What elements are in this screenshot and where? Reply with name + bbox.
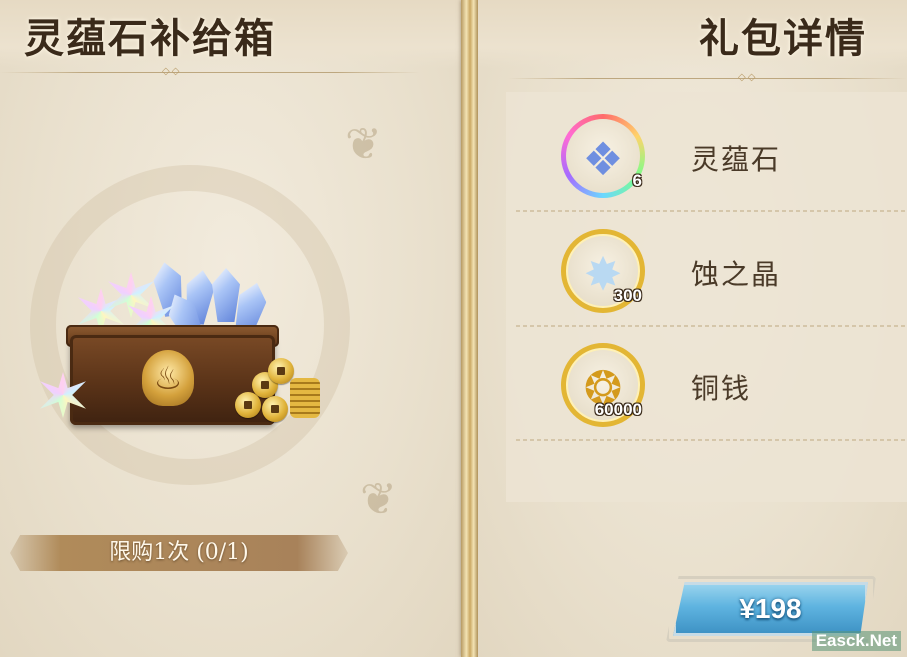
reward-item-spirit-stone[interactable]: ❖ 6 灵蕴石 <box>506 100 907 212</box>
coin-icon <box>235 392 261 418</box>
coin-icon <box>262 396 288 422</box>
item-name: 铜钱 <box>691 372 752 405</box>
purchase-limit-label: 限购1次 (0/1) <box>109 540 249 565</box>
watermark: Easck.Net <box>811 631 901 651</box>
ornament-icon: ◇◇ <box>162 66 182 77</box>
crystal-glyph-icon: ❖ <box>582 132 624 186</box>
row-separator <box>516 439 907 441</box>
coin-icon <box>268 358 294 384</box>
coin-stack-icon <box>290 378 320 418</box>
ornament-icon: ◇◇ <box>738 72 758 83</box>
chest-emblem-icon: ♨ <box>142 350 194 406</box>
reward-item-copper-coins[interactable]: ❂ 60000 铜钱 <box>506 329 907 441</box>
copper-coins-icon[interactable]: ❂ 60000 <box>561 343 645 427</box>
item-quantity: 300 <box>613 286 642 305</box>
header-divider <box>0 72 420 73</box>
item-name: 灵蕴石 <box>691 143 782 176</box>
pack-preview-panel: 灵蕴石补给箱 ◇◇ ❦ ❦ ♨ 限购1次 (0/1) <box>0 0 462 657</box>
header-divider <box>508 78 907 79</box>
row-separator <box>516 325 907 327</box>
decorative-leaf-icon: ❦ <box>345 119 382 170</box>
erosion-crystal-star-icon[interactable]: ✸ 300 <box>561 229 645 313</box>
gift-pack-screen: 灵蕴石补给箱 ◇◇ ❦ ❦ ♨ 限购1次 (0/1) 礼包详情 ◇◇ ❖ 6 灵… <box>0 0 907 657</box>
row-separator <box>516 210 907 212</box>
details-title: 礼包详情 <box>699 15 867 62</box>
pack-details-panel: 礼包详情 ◇◇ ❖ 6 灵蕴石 ✸ 300 蚀之晶 ❂ 60000 铜钱 ¥19… <box>478 0 907 657</box>
item-name: 蚀之晶 <box>691 258 782 291</box>
decorative-leaf-icon: ❦ <box>360 474 397 525</box>
pack-title: 灵蕴石补给箱 <box>24 15 276 62</box>
item-quantity: 6 <box>632 171 642 190</box>
item-quantity: 60000 <box>594 400 642 419</box>
price-label[interactable]: ¥198 <box>673 582 868 636</box>
panel-divider <box>461 0 479 657</box>
reward-item-erosion-crystal[interactable]: ✸ 300 蚀之晶 <box>506 215 907 327</box>
spirit-stone-crystal-icon[interactable]: ❖ 6 <box>561 114 645 198</box>
